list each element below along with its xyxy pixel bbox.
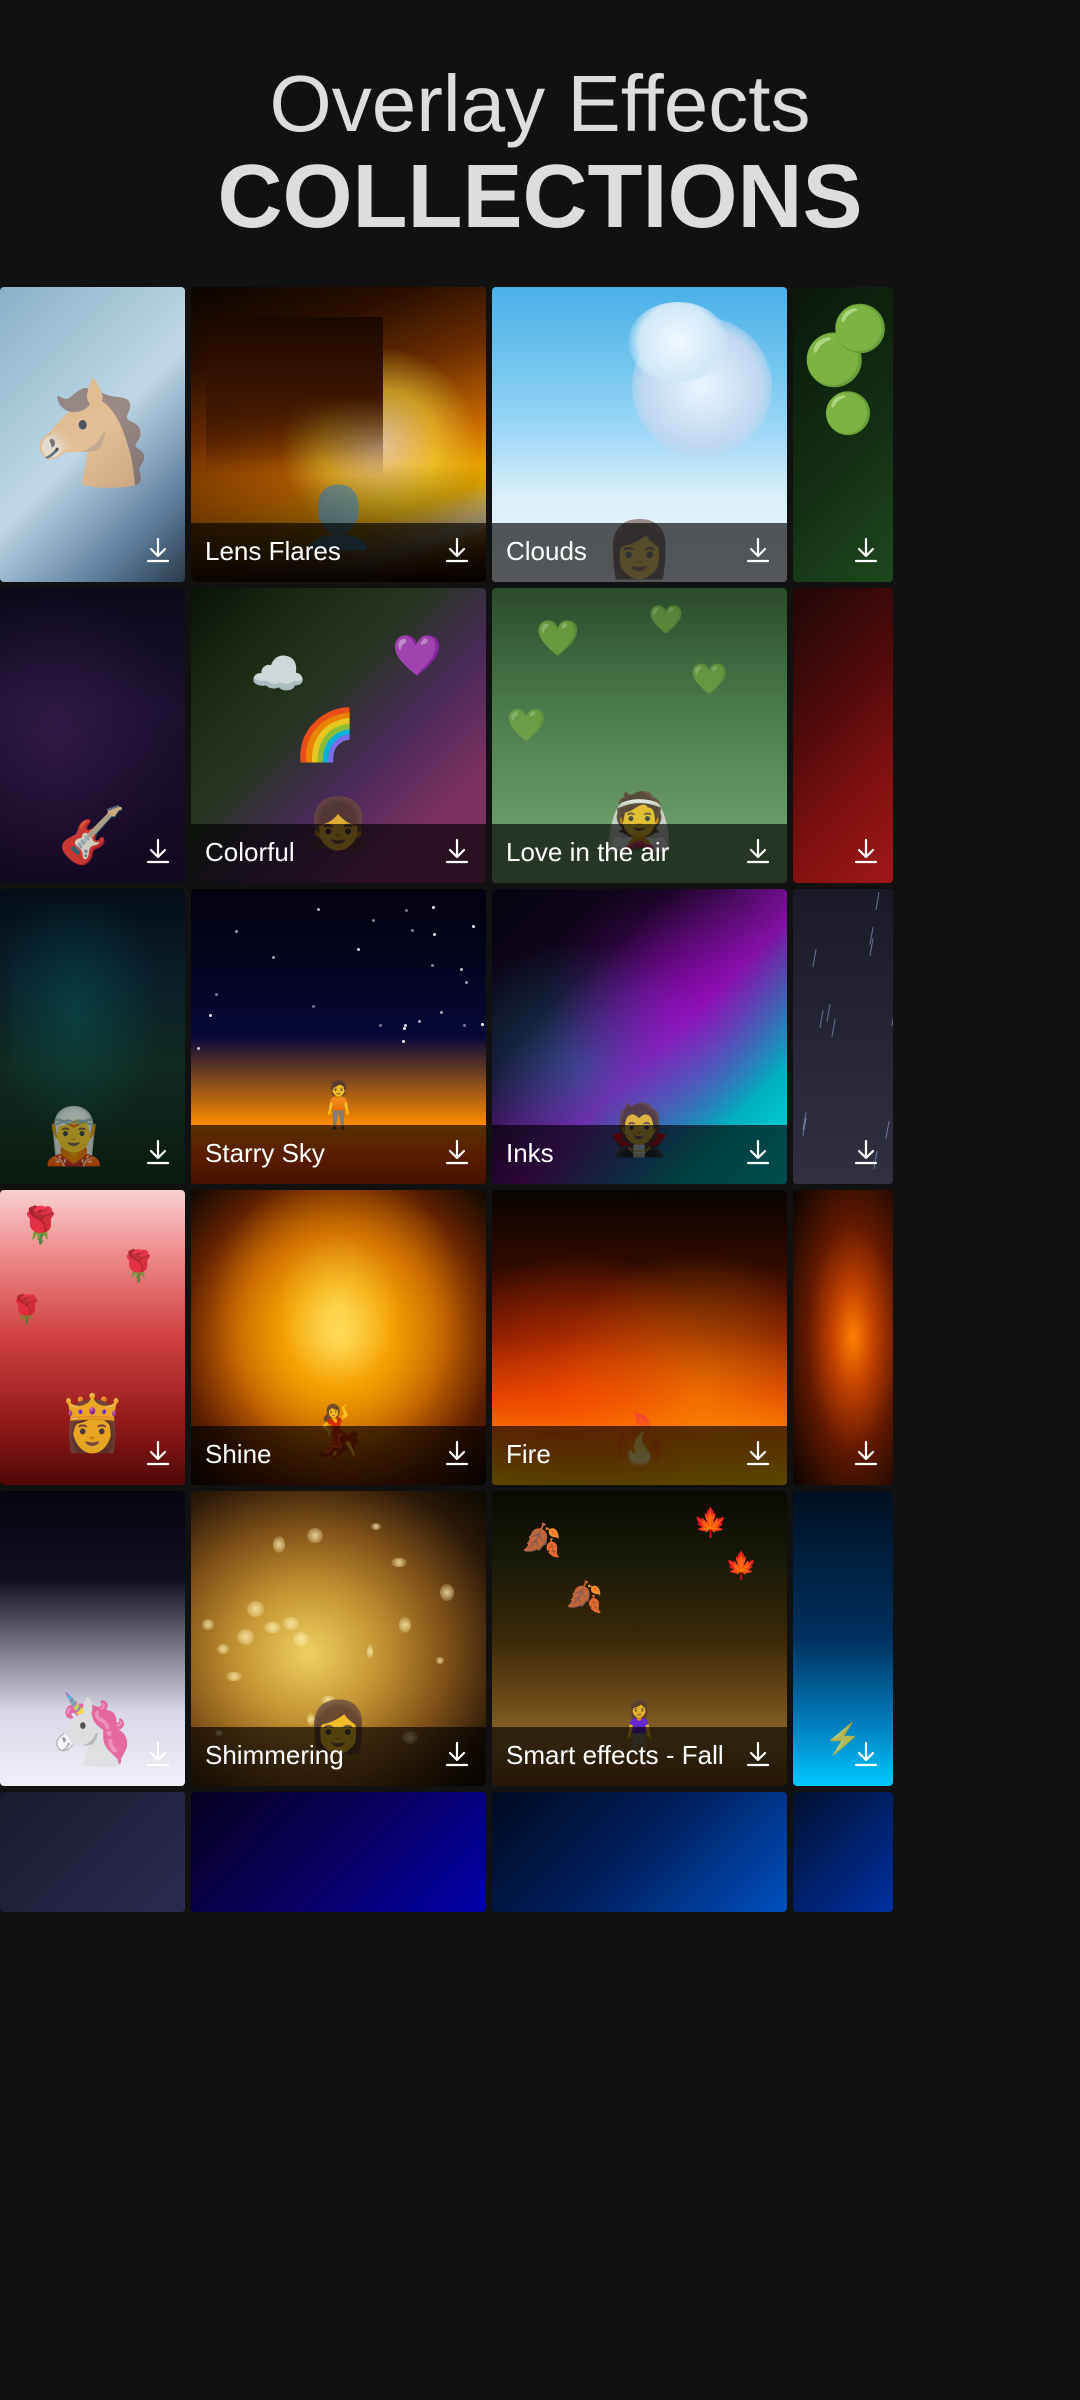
download-button-shine[interactable] [442,1438,472,1471]
collection-item-hitech-partial[interactable]: ⚡ [793,1491,893,1786]
item-label-fire: Fire [506,1439,551,1470]
item-label-shine: Shine [205,1439,272,1470]
collection-item-unicorn[interactable]: 🦄 [0,1491,185,1786]
item-label-clouds: Clouds [506,536,587,567]
item-label-lens-flares: Lens Flares [205,536,341,567]
collection-item-abstract-partial[interactable] [793,1190,893,1485]
download-button-inks[interactable] [743,1137,773,1170]
download-button-clouds[interactable] [743,535,773,568]
item-label-smart-effects-fall: Smart effects - Fall [506,1740,724,1771]
grid-row-2: 🎸 ☁️ 💜 🌈 👧 Colorful 💚 💚 💚 💚 👰 Love in th… [0,588,1080,883]
download-button-colo-partial[interactable] [851,836,881,869]
item-label-starry-sky: Starry Sky [205,1138,325,1169]
collection-item-lens-flares[interactable]: 👤 Lens Flares [191,287,486,582]
download-button-lens-flares[interactable] [442,535,472,568]
grid-row-1: 🐴 👤 Lens Flares 👩 Clouds 🟢 🟢 🟢 [0,287,1080,582]
download-button-hitech-partial[interactable] [851,1739,881,1772]
download-button-colorful[interactable] [442,836,472,869]
download-button-green-balloons[interactable] [851,535,881,568]
collection-item-love-in-air[interactable]: 💚 💚 💚 💚 👰 Love in the air [492,588,787,883]
collection-item-smart-effects-fall[interactable]: 🍂 🍁 🍂 🍁 🧍‍♀️ Smart effects - Fall [492,1491,787,1786]
download-button-water-horse[interactable] [143,535,173,568]
grid-row-3: 🧝 🧍 Starry Sky 🧛 Inks [0,889,1080,1184]
item-label-love-in-air: Love in the air [506,837,669,868]
collection-item-rain-partial[interactable] [793,889,893,1184]
collection-item-starry-sky[interactable]: 🧍 Starry Sky [191,889,486,1184]
collection-item-inks[interactable]: 🧛 Inks [492,889,787,1184]
bottom-cell-bottom-2 [191,1792,486,1912]
collection-item-green-balloons[interactable]: 🟢 🟢 🟢 [793,287,893,582]
item-label-inks: Inks [506,1138,554,1169]
header-subtitle: COLLECTIONS [40,148,1040,247]
item-label-shimmering: Shimmering [205,1740,344,1771]
page-header: Overlay Effects COLLECTIONS [0,0,1080,287]
download-button-rain-partial[interactable] [851,1137,881,1170]
collection-item-fire[interactable]: 🔥 Fire [492,1190,787,1485]
collection-item-roses-dress[interactable]: 🌹 🌹 🌹 👸 [0,1190,185,1485]
download-button-starry-sky[interactable] [442,1137,472,1170]
bottom-cell-bottom-1 [0,1792,185,1912]
download-button-love-in-air[interactable] [743,836,773,869]
collection-item-shine[interactable]: 💃 Shine [191,1190,486,1485]
collection-item-colorful[interactable]: ☁️ 💜 🌈 👧 Colorful [191,588,486,883]
collection-item-smoke-guitar[interactable]: 🎸 [0,588,185,883]
item-label-colorful: Colorful [205,837,295,868]
download-button-unicorn[interactable] [143,1739,173,1772]
download-button-roses-dress[interactable] [143,1438,173,1471]
download-button-shimmering[interactable] [442,1739,472,1772]
collections-grid: 🐴 👤 Lens Flares 👩 Clouds 🟢 🟢 🟢 [0,287,1080,1912]
download-button-smart-effects-fall[interactable] [743,1739,773,1772]
download-button-smoke-guitar[interactable] [143,836,173,869]
collection-item-shimmering[interactable]: 👩 Shimmering [191,1491,486,1786]
collection-item-colo-partial[interactable] [793,588,893,883]
collection-item-water-horse[interactable]: 🐴 [0,287,185,582]
collection-item-clouds[interactable]: 👩 Clouds [492,287,787,582]
download-button-fire[interactable] [743,1438,773,1471]
grid-row-bottom [0,1792,1080,1912]
collection-item-fairy-forest[interactable]: 🧝 [0,889,185,1184]
bottom-cell-bottom-4 [793,1792,893,1912]
bottom-cell-bottom-3 [492,1792,787,1912]
header-title: Overlay Effects [40,60,1040,148]
page-container: Overlay Effects COLLECTIONS 🐴 👤 Lens Fla… [0,0,1080,1912]
grid-row-5: 🦄 👩 Shimmering 🍂 🍁 🍂 🍁 🧍‍♀️ Smart effect… [0,1491,1080,1786]
download-button-abstract-partial[interactable] [851,1438,881,1471]
download-button-fairy-forest[interactable] [143,1137,173,1170]
grid-row-4: 🌹 🌹 🌹 👸 💃 Shine 🔥 Fire [0,1190,1080,1485]
